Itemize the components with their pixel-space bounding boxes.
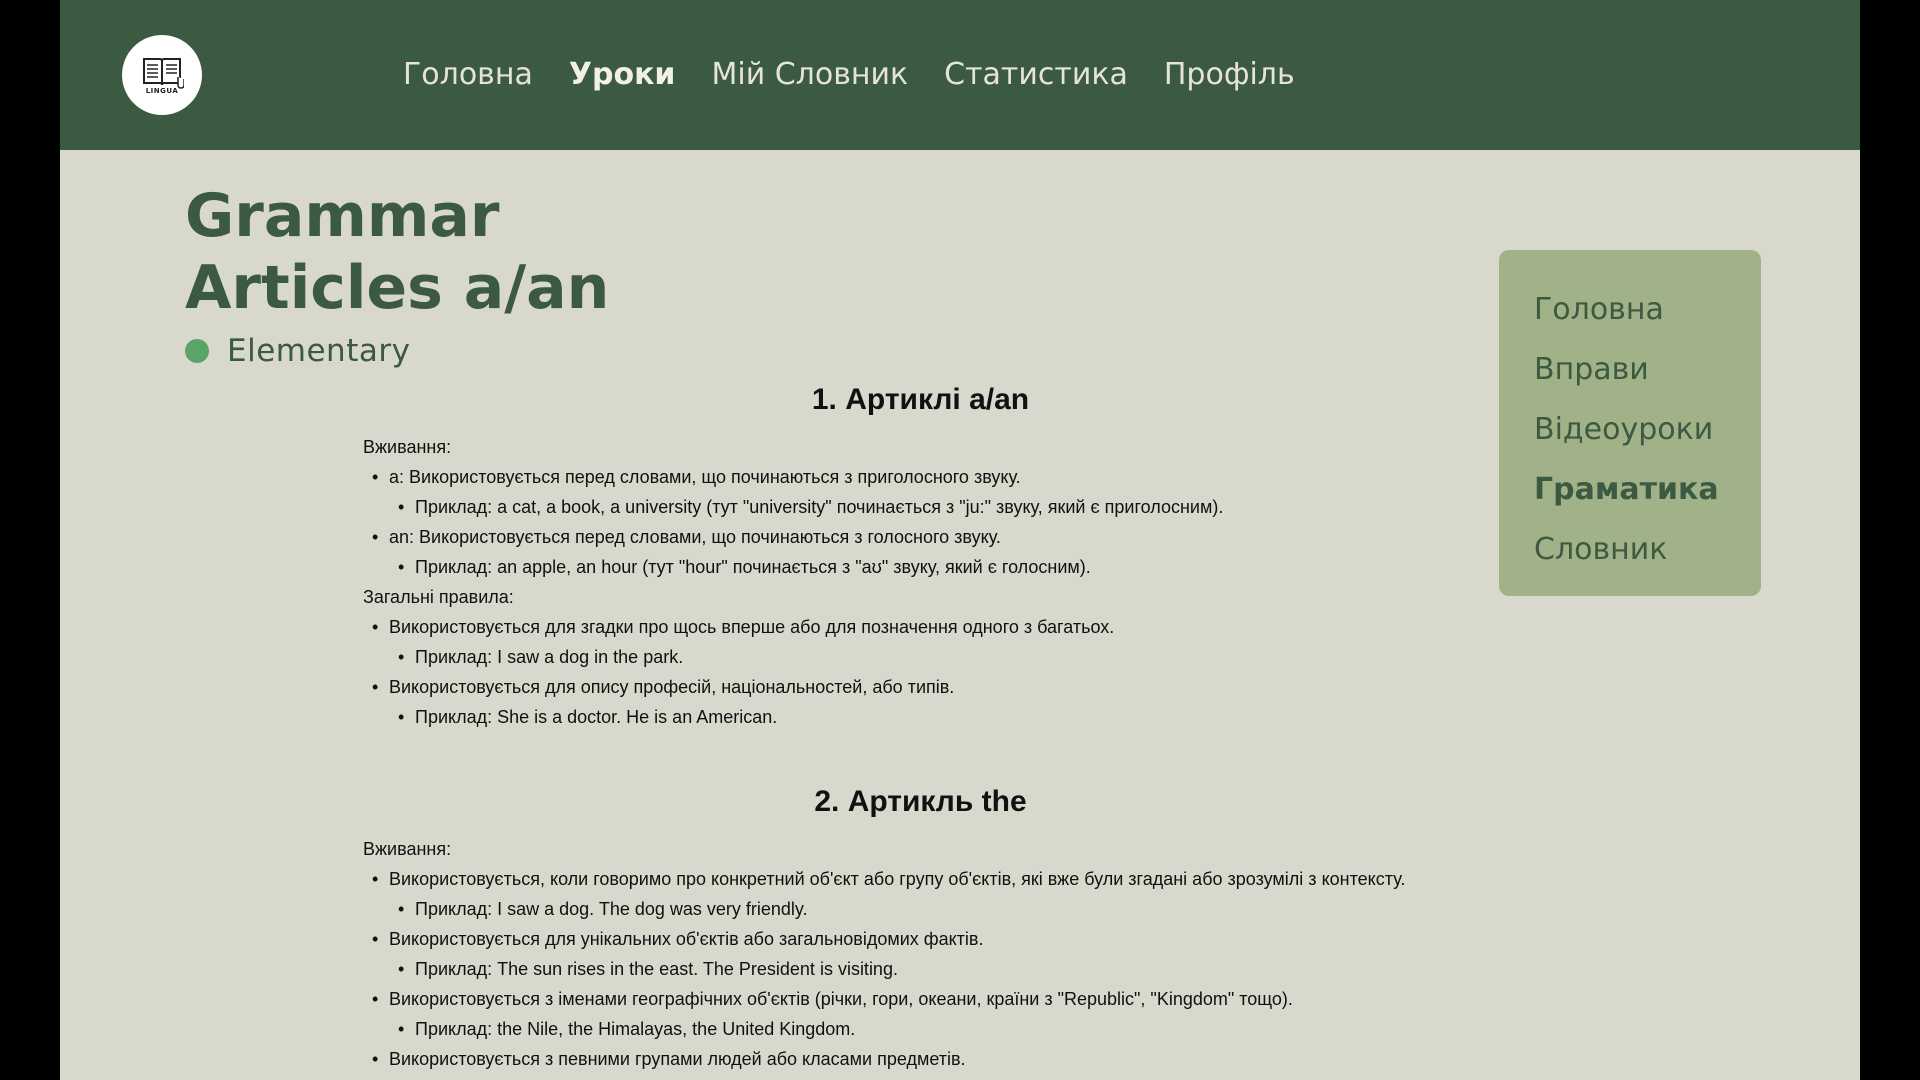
- level-label: Elementary: [227, 333, 411, 369]
- page-title: Grammar Articles a/an: [185, 180, 609, 324]
- page-title-line2: Articles a/an: [185, 253, 610, 323]
- example-item: Приклад: a cat, a book, a university (ту…: [389, 492, 1513, 522]
- list-item: an: Використовується перед словами, що п…: [363, 522, 1513, 582]
- list-item-text: Використовується, коли говоримо про конк…: [389, 869, 1406, 889]
- level-indicator: Elementary: [185, 333, 410, 369]
- list-item: a: Використовується перед словами, що по…: [363, 462, 1513, 522]
- list-item-text: Використовується для згадки про щось впе…: [389, 617, 1115, 637]
- rules-list: Використовується для згадки про щось впе…: [363, 612, 1513, 732]
- side-menu-item-home[interactable]: Головна: [1534, 280, 1761, 340]
- nav-profile[interactable]: Профіль: [1164, 52, 1295, 98]
- list-item-text: Використовується для унікальних об'єктів…: [389, 929, 984, 949]
- list-item: Використовується з іменами географічних …: [363, 984, 1513, 1044]
- logo-text: LINGUA: [145, 87, 179, 95]
- usage-list: a: Використовується перед словами, що по…: [363, 462, 1513, 582]
- side-menu-item-dictionary[interactable]: Словник: [1534, 520, 1761, 580]
- list-item: Використовується для згадки про щось впе…: [363, 612, 1513, 672]
- list-item-text: Використовується для опису професій, нац…: [389, 677, 955, 697]
- list-item: Використовується для опису професій, нац…: [363, 672, 1513, 732]
- side-menu-item-video-lessons[interactable]: Відеоуроки: [1534, 400, 1761, 460]
- page-frame: LINGUA Головна Уроки Мій Словник Статист…: [60, 0, 1860, 1080]
- list-item: Використовується, коли говоримо про конк…: [363, 864, 1513, 924]
- example-item: Приклад: I saw a dog in the park.: [389, 642, 1513, 672]
- nav-lessons[interactable]: Уроки: [569, 52, 676, 98]
- nav-statistics[interactable]: Статистика: [944, 52, 1128, 98]
- nav-my-dictionary[interactable]: Мій Словник: [711, 52, 908, 98]
- nav-home[interactable]: Головна: [403, 52, 533, 98]
- example-item: Приклад: an apple, an hour (тут "hour" п…: [389, 552, 1513, 582]
- open-book-icon: [143, 58, 184, 89]
- list-item: Використовується для унікальних об'єктів…: [363, 924, 1513, 984]
- side-menu-item-grammar[interactable]: Граматика: [1534, 460, 1761, 520]
- section-articles-a-an: 1. Артиклі a/an Вживання: a: Використову…: [363, 380, 1513, 732]
- section-title: 2. Артикль the: [814, 785, 1027, 818]
- list-item-text: Використовується з іменами географічних …: [389, 989, 1293, 1009]
- logo[interactable]: LINGUA: [122, 35, 202, 115]
- example-item: Приклад: The sun rises in the east. The …: [389, 954, 1513, 984]
- list-item-text: a: Використовується перед словами, що по…: [389, 467, 1021, 487]
- example-item: Приклад: I saw a dog. The dog was very f…: [389, 894, 1513, 924]
- usage-label: Вживання:: [363, 437, 452, 457]
- list-item-text: Використовується з певними групами людей…: [389, 1049, 966, 1069]
- list-item: Використовується з певними групами людей…: [363, 1044, 1513, 1074]
- level-dot-icon: [185, 339, 209, 363]
- example-item: Приклад: She is a doctor. He is an Ameri…: [389, 702, 1513, 732]
- list-item-text: an: Використовується перед словами, що п…: [389, 527, 1001, 547]
- side-menu-item-exercises[interactable]: Вправи: [1534, 340, 1761, 400]
- example-item: Приклад: the Nile, the Himalayas, the Un…: [389, 1014, 1513, 1044]
- usage-label: Вживання:: [363, 839, 452, 859]
- section-article-the: 2. Артикль the Вживання: Використовуєтьс…: [363, 782, 1513, 1074]
- section-title: 1. Артиклі a/an: [811, 383, 1030, 416]
- rules-label: Загальні правила:: [363, 587, 514, 607]
- top-navigation-bar: LINGUA Головна Уроки Мій Словник Статист…: [60, 0, 1860, 150]
- main-nav: Головна Уроки Мій Словник Статистика Про…: [403, 52, 1295, 98]
- page-title-line1: Grammar: [185, 181, 500, 251]
- lesson-content: 1. Артиклі a/an Вживання: a: Використову…: [363, 380, 1513, 1074]
- usage-list: Використовується, коли говоримо про конк…: [363, 864, 1513, 1074]
- lesson-side-menu: Головна Вправи Відеоуроки Граматика Слов…: [1499, 250, 1761, 596]
